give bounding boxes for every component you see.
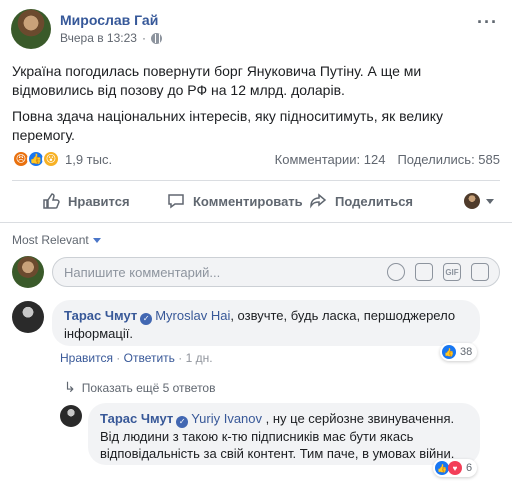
like-button-label: Нравится: [68, 193, 130, 209]
comment-mention[interactable]: Myroslav Hai: [155, 308, 230, 323]
comment-input-placeholder: Напишите комментарий...: [64, 265, 221, 280]
show-more-replies-label: Показать ещё 5 ответов: [81, 380, 216, 395]
post-time[interactable]: Вчера в 13:23: [60, 31, 137, 45]
like-button[interactable]: Нравится: [42, 192, 130, 210]
globe-icon: [150, 32, 162, 44]
reaction-count[interactable]: 1,9 тыс.: [65, 152, 112, 167]
share-button[interactable]: Поделиться: [309, 192, 413, 210]
reply-mention[interactable]: Yuriy Ivanov: [191, 411, 262, 426]
composer-icons: GIF: [387, 263, 489, 281]
reply-likes-badge[interactable]: 👍 ♥ 6: [433, 459, 478, 477]
reactions-summary[interactable]: 😠 👍 😮 1,9 тыс.: [12, 150, 112, 168]
like-reaction-icon: 👍: [442, 345, 456, 359]
emoji-icon[interactable]: [387, 263, 405, 281]
share-icon: [310, 193, 327, 209]
action-bar: Нравится Комментировать Поделиться: [12, 184, 500, 218]
like-reaction-icon: 👍: [435, 461, 449, 475]
post-meta: Вчера в 13:23 ·: [60, 31, 162, 45]
post-counts: Комментарии: 124 Поделились: 585: [275, 152, 500, 167]
reply-likes-count: 6: [466, 462, 473, 474]
post-author[interactable]: Мирослав Гай: [60, 12, 158, 28]
wow-reaction-icon: 😮: [42, 150, 60, 168]
reply-author[interactable]: Тарас Чмут: [100, 411, 173, 426]
shares-count[interactable]: Поделились: 585: [397, 152, 500, 167]
comment-likes-count: 38: [460, 346, 473, 358]
divider: [12, 180, 500, 181]
thumbs-up-icon: [43, 193, 60, 209]
gif-icon[interactable]: GIF: [443, 263, 461, 281]
comment-sort-dropdown[interactable]: Most Relevant: [12, 233, 101, 247]
comment-like-link[interactable]: Нравится: [60, 351, 113, 365]
identity-avatar: [464, 193, 480, 209]
comment-meta: Нравится · Ответить · 1 дн.: [60, 351, 213, 365]
verified-badge-icon: ✓: [176, 416, 189, 428]
more-options-icon[interactable]: ···: [477, 12, 498, 33]
comment-button[interactable]: Комментировать: [167, 192, 303, 210]
sticker-icon[interactable]: [471, 263, 489, 281]
comment-button-label: Комментировать: [193, 193, 303, 209]
show-more-replies[interactable]: ↳ Показать ещё 5 ответов: [64, 379, 215, 396]
verified-badge-icon: ✓: [140, 313, 153, 325]
share-button-label: Поделиться: [335, 193, 414, 209]
comments-count[interactable]: Комментарии: 124: [275, 152, 386, 167]
comment-author[interactable]: Тарас Чмут: [64, 308, 137, 323]
divider: [0, 222, 512, 223]
author-avatar[interactable]: [11, 9, 51, 49]
reply-avatar[interactable]: [60, 405, 82, 427]
user-avatar: [12, 256, 44, 288]
chevron-down-icon: [486, 198, 494, 204]
comment-composer[interactable]: Напишите комментарий... GIF: [52, 257, 500, 287]
commenter-avatar[interactable]: [12, 301, 44, 333]
comment-bubble: Тарас Чмут ✓ Myroslav Hai, озвучте, будь л…: [52, 300, 480, 346]
post-paragraph-2: Повна здача національних інтересів, яку …: [12, 108, 443, 143]
comment-reply-link[interactable]: Ответить: [124, 351, 175, 365]
reply-arrow-icon: ↳: [64, 379, 76, 395]
comment-icon: [168, 194, 184, 209]
chevron-down-icon: [92, 237, 101, 243]
camera-icon[interactable]: [415, 263, 433, 281]
reply-bubble: Тарас Чмут ✓ Yuriy Ivanov , ну це серйозне…: [88, 403, 480, 465]
sort-label: Most Relevant: [12, 233, 89, 247]
love-reaction-icon: ♥: [448, 461, 462, 475]
comment-likes-badge[interactable]: 👍 38: [440, 343, 478, 361]
identity-picker[interactable]: [464, 193, 494, 209]
post-paragraph-1: Україна погодилась повернути борг Януков…: [12, 63, 422, 98]
comment-time[interactable]: 1 дн.: [186, 351, 213, 365]
